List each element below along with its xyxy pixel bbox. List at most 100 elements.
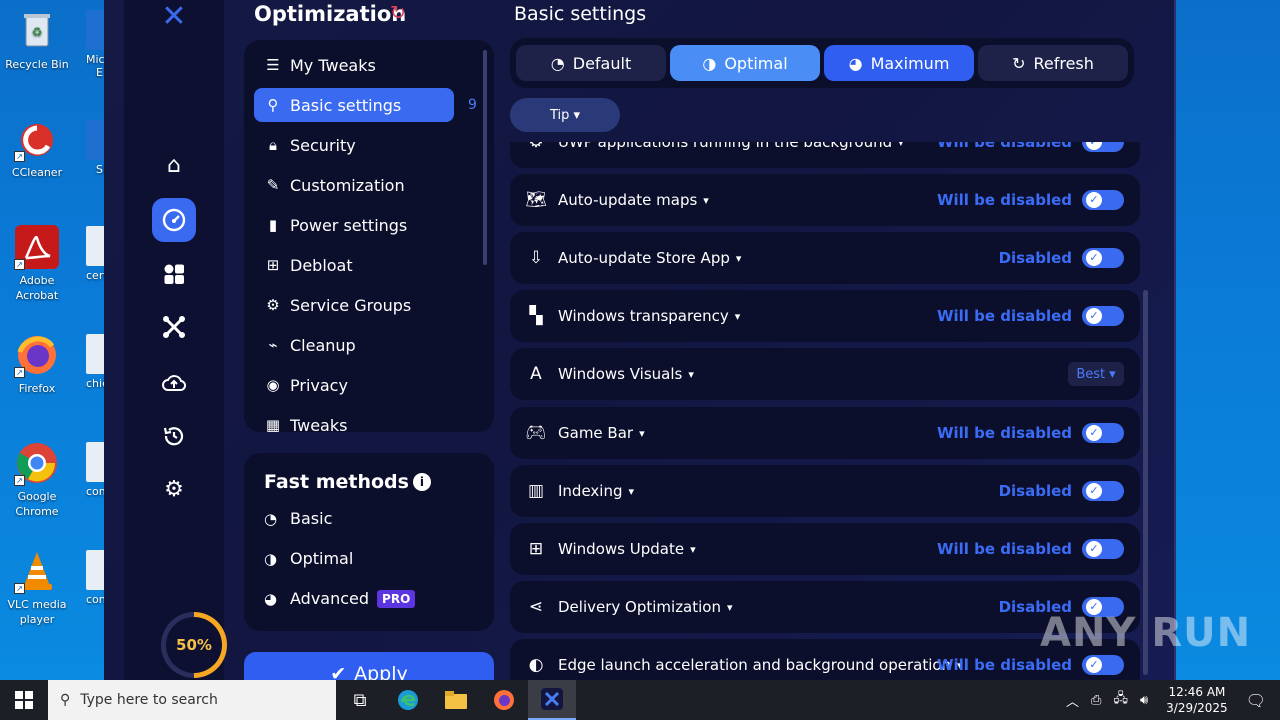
network-icon[interactable]: 🖧︎ [1113, 689, 1128, 711]
system-tray: ︿ ⎙ 🖧︎ 🔊︎ 12:46 AM 3/29/2025 🗨︎ [1060, 680, 1280, 720]
setting-toggle[interactable]: ✓ [1082, 248, 1124, 268]
menu-item-power-settings[interactable]: ▮ Power settings [254, 208, 454, 242]
taskbar-search-box[interactable]: ⚲ Type here to search [48, 680, 336, 720]
setting-row-game-bar[interactable]: 🎮︎ Game Bar ▾ Will be disabled ✓ [510, 407, 1140, 459]
menu-item-service-groups[interactable]: ⚙ Service Groups [254, 288, 454, 322]
menu-item-customization[interactable]: ✎ Customization [254, 168, 454, 202]
reload-icon[interactable]: ↻ [390, 2, 406, 24]
tip-dropdown[interactable]: Tip ▾ [510, 98, 620, 132]
menu-item-my-tweaks[interactable]: ☰ My Tweaks [254, 48, 454, 82]
clock-time: 12:46 AM [1168, 685, 1226, 699]
desktop-icon-partial[interactable]: chief [86, 334, 106, 390]
setting-label: Indexing [558, 482, 623, 500]
partial-label: Sl [96, 163, 106, 176]
chevron-down-icon[interactable]: ▾ [688, 368, 694, 381]
lock-icon: 🔒︎ [269, 136, 277, 154]
visuals-select[interactable]: Best ▾ [1068, 362, 1124, 386]
setting-row-auto-update-store[interactable]: ⇩ Auto-update Store App ▾ Disabled ✓ [510, 232, 1140, 284]
menu-item-label: Tweaks [290, 415, 348, 433]
desktop-icon-partial[interactable]: Sl [86, 120, 106, 176]
start-button[interactable] [0, 680, 48, 720]
fast-method-optimal[interactable]: ◑ Optimal [264, 549, 353, 568]
setting-row-windows-update[interactable]: ⊞ Windows Update ▾ Will be disabled ✓ [510, 523, 1140, 575]
setting-toggle[interactable]: ✓ [1082, 306, 1124, 326]
chevron-down-icon: ▾ [1109, 366, 1116, 382]
uwp-icon: ⚙ [528, 142, 544, 152]
tray-chevron-up-icon[interactable]: ︿ [1066, 691, 1079, 710]
firefox-taskbar-icon[interactable] [480, 680, 528, 720]
setting-toggle[interactable]: ✓ [1082, 481, 1124, 501]
app-nav-rail: ✕ ⌂ ⚙ 50% [124, 0, 227, 680]
refresh-button[interactable]: ↻ Refresh [978, 45, 1128, 81]
chevron-down-icon[interactable]: ▾ [629, 485, 635, 498]
desktop-icon-ccleaner[interactable]: ↗ CCleaner [0, 116, 74, 180]
desktop-icon-partial[interactable]: certi [86, 226, 106, 282]
setting-row-windows-visuals[interactable]: A Windows Visuals ▾ Best ▾ [510, 348, 1140, 400]
gauge-icon[interactable] [152, 198, 196, 242]
desktop-icon-firefox[interactable]: ↗ Firefox [0, 332, 74, 396]
optimizer-taskbar-icon[interactable] [528, 680, 576, 720]
setting-label: Auto-update maps [558, 191, 698, 209]
setting-toggle[interactable]: ✓ [1082, 190, 1124, 210]
chevron-down-icon[interactable]: ▾ [736, 252, 742, 265]
home-icon[interactable]: ⌂ [152, 143, 196, 187]
setting-toggle[interactable]: ✓ [1082, 655, 1124, 675]
chevron-down-icon[interactable]: ▾ [727, 601, 733, 614]
menu-item-security[interactable]: 🔒︎ Security [254, 128, 454, 162]
search-placeholder: Type here to search [80, 692, 218, 708]
setting-row-transparency[interactable]: ▚ Windows transparency ▾ Will be disabled ✓ [510, 290, 1140, 342]
chevron-down-icon[interactable]: ▾ [898, 142, 904, 149]
menu-scrollbar[interactable] [483, 50, 487, 265]
setting-row-indexing[interactable]: ▥ Indexing ▾ Disabled ✓ [510, 465, 1140, 517]
desktop-icon-partial[interactable]: Mic E [86, 10, 106, 79]
chevron-down-icon[interactable]: ▾ [735, 310, 741, 323]
apps-grid-icon[interactable] [152, 252, 196, 296]
desktop-icon-acrobat[interactable]: ↗ Adobe Acrobat [0, 224, 74, 303]
desktop-icon-partial[interactable]: com [86, 442, 106, 498]
cloud-upload-icon[interactable] [152, 361, 196, 405]
task-view-icon[interactable]: ⧉ [336, 680, 384, 720]
fast-method-basic[interactable]: ◔ Basic [264, 509, 332, 528]
setting-row-uwp[interactable]: ⚙ UWP applications running in the backgro… [510, 142, 1140, 168]
section-title: Basic settings [514, 3, 647, 25]
transparency-icon: ▚ [529, 306, 543, 326]
volume-icon[interactable]: 🔊︎ [1140, 693, 1148, 708]
settings-gear-icon[interactable]: ⚙ [152, 467, 196, 511]
privacy-icon: ◉ [266, 376, 280, 394]
taskbar-clock[interactable]: 12:46 AM 3/29/2025 [1166, 684, 1228, 716]
history-icon[interactable] [152, 414, 196, 458]
fast-methods-title: Fast methods i [264, 471, 431, 493]
setting-toggle[interactable]: ✓ [1082, 142, 1124, 152]
menu-item-label: Privacy [290, 375, 348, 395]
menu-item-basic-settings[interactable]: ⚲ Basic settings [254, 88, 454, 122]
tray-device-icon[interactable]: ⎙ [1091, 693, 1101, 708]
chevron-down-icon[interactable]: ▾ [639, 427, 645, 440]
setting-row-auto-update-maps[interactable]: 🗺︎ Auto-update maps ▾ Will be disabled ✓ [510, 174, 1140, 226]
setting-toggle[interactable]: ✓ [1082, 539, 1124, 559]
chevron-down-icon[interactable]: ▾ [690, 543, 696, 556]
file-explorer-icon[interactable] [432, 680, 480, 720]
menu-item-tweaks[interactable]: ▦ Tweaks [254, 408, 454, 433]
desktop-icon-chrome[interactable]: ↗ Google Chrome [0, 440, 74, 519]
tip-label: Tip [549, 107, 570, 123]
mode-maximum-button[interactable]: ◕ Maximum [824, 45, 974, 81]
mode-default-button[interactable]: ◔ Default [516, 45, 666, 81]
mode-optimal-button[interactable]: ◑ Optimal [670, 45, 820, 81]
desktop-icon-recycle-bin[interactable]: ♻ Recycle Bin [0, 8, 74, 72]
info-icon[interactable]: i [412, 473, 431, 491]
chevron-down-icon[interactable]: ▾ [703, 194, 709, 207]
notification-icon[interactable]: 🗨︎ [1246, 691, 1266, 710]
windows-icon: ⊞ [266, 256, 280, 274]
setting-toggle[interactable]: ✓ [1082, 423, 1124, 443]
menu-item-label: Customization [290, 175, 405, 195]
edge-taskbar-icon[interactable] [384, 680, 432, 720]
fast-method-advanced[interactable]: ◕ Advanced PRO [264, 589, 416, 608]
menu-item-cleanup[interactable]: ⌁ Cleanup [254, 328, 454, 362]
desktop-icon-vlc[interactable]: ↗ VLC media player [0, 548, 74, 627]
menu-item-privacy[interactable]: ◉ Privacy [254, 368, 454, 402]
recycle-bin-icon: ♻ [14, 8, 60, 54]
check-icon: ✓ [1086, 483, 1102, 499]
tools-icon[interactable] [152, 305, 196, 349]
desktop-icon-partial[interactable]: cons [86, 550, 106, 606]
menu-item-debloat[interactable]: ⊞ Debloat [254, 248, 454, 282]
